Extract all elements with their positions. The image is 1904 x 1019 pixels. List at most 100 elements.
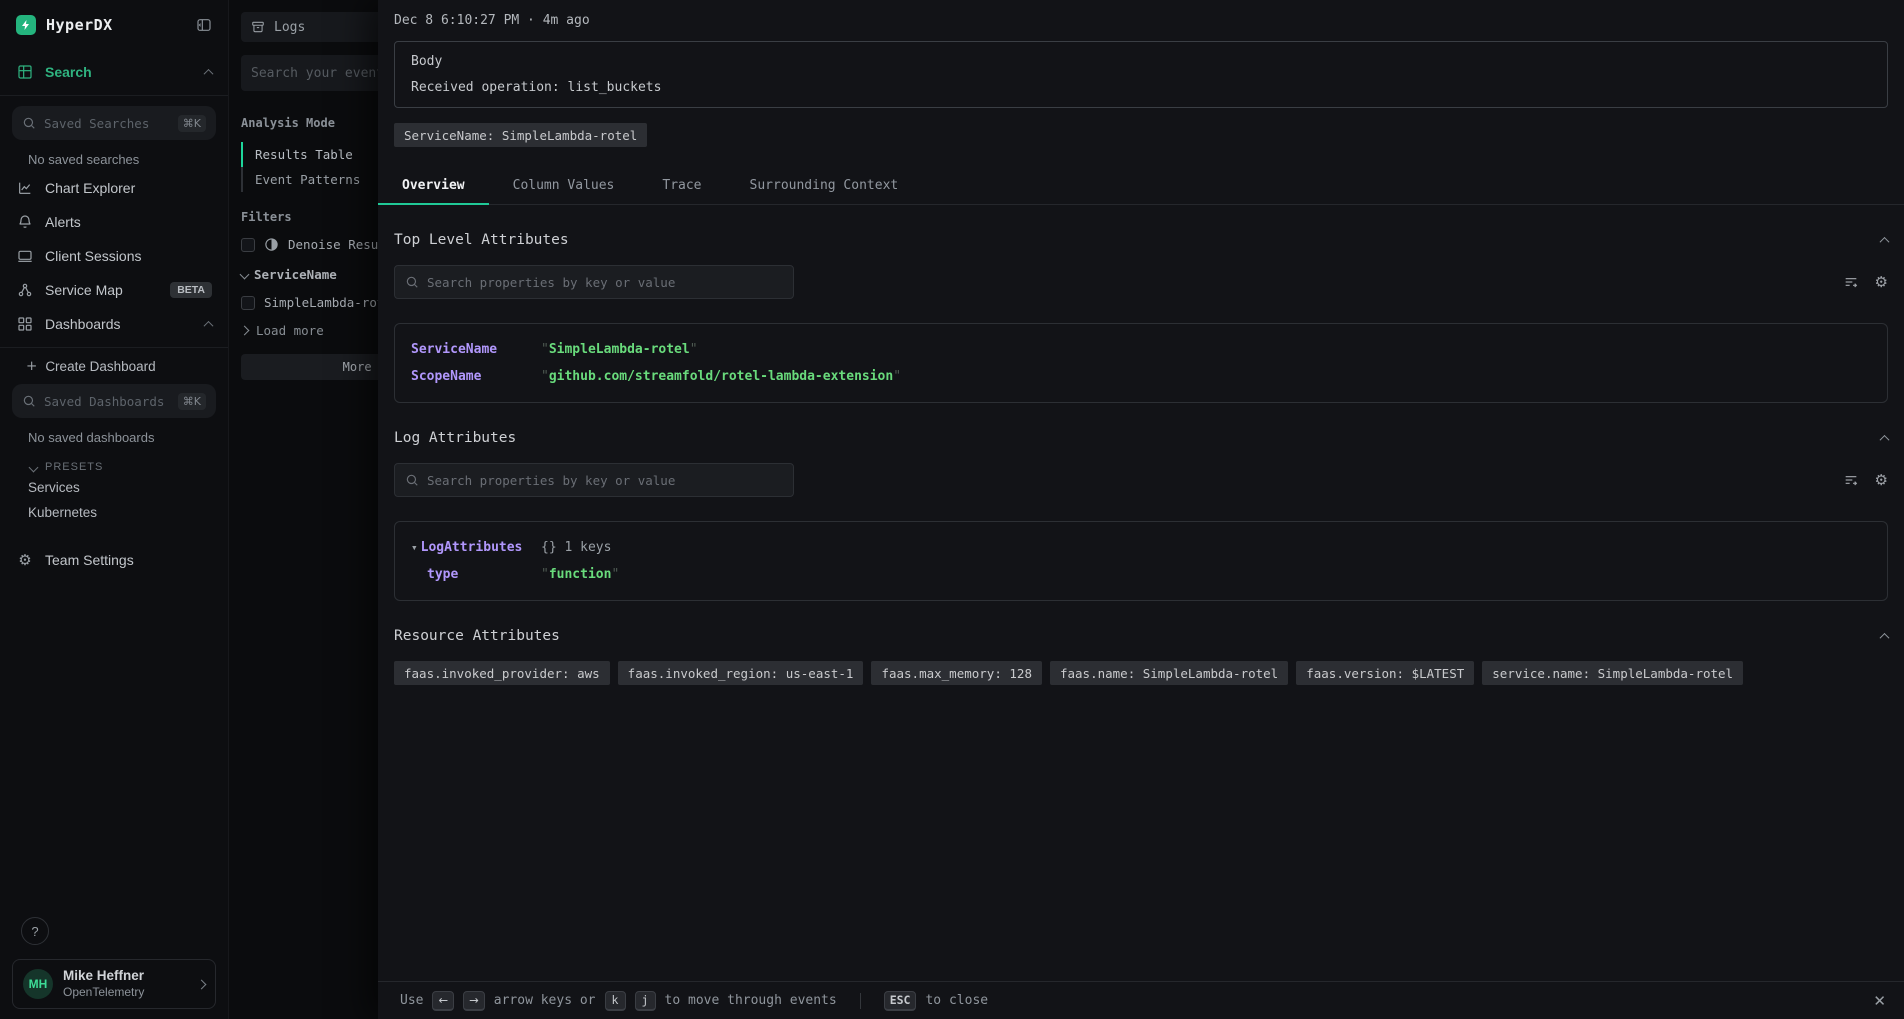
avatar: MH (23, 969, 53, 999)
attr-row: type function (395, 561, 1887, 588)
gear-icon[interactable]: ⚙ (1875, 473, 1888, 488)
preset-services[interactable]: Services (0, 475, 228, 500)
service-checkbox[interactable] (241, 296, 255, 310)
filter-lines-icon[interactable] (1843, 472, 1859, 488)
bell-icon (16, 214, 34, 230)
mode-results-table[interactable]: Results Table (241, 142, 385, 167)
no-saved-dashboards-text: No saved dashboards (0, 418, 228, 449)
sidebar-item-label: Client Sessions (45, 248, 142, 264)
service-filter-row[interactable]: SimpleLambda-rotel (241, 295, 385, 310)
app-title: HyperDX (46, 16, 113, 34)
attr-key[interactable]: ScopeName (411, 369, 541, 384)
servicename-group-toggle[interactable]: ServiceName (241, 267, 385, 282)
sidebar-item-alerts[interactable]: Alerts (0, 205, 228, 239)
event-detail-drawer: Dec 8 6:10:27 PM · 4m ago Body Received … (378, 0, 1904, 1019)
attr-value[interactable]: SimpleLambda-rotel (541, 342, 698, 357)
tree-root-key[interactable]: ▾ LogAttributes (411, 540, 541, 555)
more-filters-button[interactable]: More filters (241, 354, 385, 380)
collapse-section-icon[interactable] (1880, 434, 1890, 444)
resource-chip[interactable]: faas.name: SimpleLambda-rotel (1050, 661, 1288, 685)
drawer-footer: Use ← → arrow keys or k j to move throug… (378, 981, 1904, 1019)
keys-count: {} 1 keys (541, 540, 611, 555)
denoise-label: Denoise Results (288, 237, 385, 252)
divider (860, 993, 861, 1009)
attr-value[interactable]: github.com/streamfold/rotel-lambda-exten… (541, 369, 901, 384)
body-text: Received operation: list_buckets (411, 80, 1871, 95)
resource-chip[interactable]: faas.version: $LATEST (1296, 661, 1474, 685)
event-search-box[interactable] (241, 55, 385, 91)
logo-row: HyperDX (0, 0, 228, 45)
top-level-search-input[interactable] (427, 275, 783, 290)
collapse-section-icon[interactable] (1880, 236, 1890, 246)
user-card[interactable]: MH Mike Heffner OpenTelemetry (12, 959, 216, 1009)
source-select[interactable]: Logs (241, 12, 385, 42)
mode-event-patterns[interactable]: Event Patterns (241, 167, 385, 192)
user-org: OpenTelemetry (63, 985, 144, 1000)
dashboard-grid-icon (16, 316, 34, 332)
attr-value[interactable]: function (541, 567, 619, 582)
user-name: Mike Heffner (63, 968, 144, 985)
resource-chip[interactable]: faas.max_memory: 128 (871, 661, 1042, 685)
resource-chips: faas.invoked_provider: aws faas.invoked_… (394, 661, 1888, 685)
close-icon[interactable]: ✕ (1873, 992, 1886, 1010)
sidebar-item-dashboards[interactable]: Dashboards (0, 307, 228, 341)
presets-toggle[interactable]: PRESETS (0, 449, 228, 475)
top-level-attributes-header: Top Level Attributes (394, 232, 1888, 248)
chevron-down-icon (29, 462, 39, 472)
tab-overview[interactable]: Overview (378, 168, 489, 204)
preset-kubernetes[interactable]: Kubernetes (0, 500, 228, 525)
sidebar-item-search[interactable]: Search (0, 55, 228, 89)
saved-searches-field[interactable] (44, 116, 170, 131)
chevron-up-icon[interactable] (204, 320, 214, 330)
load-more-button[interactable]: Load more (241, 323, 385, 338)
sidebar-item-team-settings[interactable]: ⚙ Team Settings (0, 543, 228, 577)
resource-chip[interactable]: faas.invoked_provider: aws (394, 661, 610, 685)
load-more-label: Load more (256, 323, 324, 338)
sidebar: HyperDX Search ⌘K No saved searches Char… (0, 0, 229, 1019)
log-search-input[interactable] (427, 473, 783, 488)
caret-down-icon: ▾ (411, 541, 418, 554)
footer-text: arrow keys or (494, 993, 596, 1008)
resource-chip[interactable]: service.name: SimpleLambda-rotel (1482, 661, 1743, 685)
network-icon (16, 282, 34, 298)
collapse-section-icon[interactable] (1880, 632, 1890, 642)
sidebar-bottom: ? MH Mike Heffner OpenTelemetry (0, 917, 228, 1019)
divider (0, 95, 228, 96)
service-name-chip[interactable]: ServiceName: SimpleLambda-rotel (394, 123, 647, 147)
tab-surrounding-context[interactable]: Surrounding Context (726, 168, 923, 204)
saved-dashboards-input[interactable]: ⌘K (12, 384, 216, 418)
search-icon (22, 394, 36, 408)
sidebar-item-chart-explorer[interactable]: Chart Explorer (0, 171, 228, 205)
chevron-up-icon[interactable] (204, 68, 214, 78)
tab-column-values[interactable]: Column Values (489, 168, 639, 204)
arrow-right-key: → (463, 991, 485, 1011)
sidebar-item-service-map[interactable]: Service Map BETA (0, 273, 228, 307)
tab-trace[interactable]: Trace (638, 168, 725, 204)
denoise-checkbox[interactable] (241, 238, 255, 252)
gear-icon[interactable]: ⚙ (1875, 275, 1888, 290)
event-search-input[interactable] (251, 66, 385, 81)
attr-tree-root: ▾ LogAttributes {} 1 keys (395, 534, 1887, 561)
contrast-icon (264, 237, 279, 252)
create-dashboard-button[interactable]: + Create Dashboard (0, 348, 228, 374)
table-icon (16, 64, 34, 80)
top-level-search-box[interactable] (394, 265, 794, 299)
sidebar-item-client-sessions[interactable]: Client Sessions (0, 239, 228, 273)
filter-lines-icon[interactable] (1843, 274, 1859, 290)
servicename-group-label: ServiceName (254, 267, 337, 282)
log-search-box[interactable] (394, 463, 794, 497)
attr-row: ScopeName github.com/streamfold/rotel-la… (395, 363, 1887, 390)
help-button[interactable]: ? (21, 917, 49, 945)
collapse-sidebar-icon[interactable] (196, 17, 212, 33)
resource-chip[interactable]: faas.invoked_region: us-east-1 (618, 661, 864, 685)
search-panel: Logs Analysis Mode Results Table Event P… (229, 0, 385, 1019)
attr-key[interactable]: type (411, 567, 541, 582)
saved-dashboards-field[interactable] (44, 394, 170, 409)
denoise-filter-row[interactable]: Denoise Results (241, 237, 385, 252)
j-key: j (635, 991, 656, 1011)
saved-searches-input[interactable]: ⌘K (12, 106, 216, 140)
attr-key[interactable]: ServiceName (411, 342, 541, 357)
sidebar-item-label: Dashboards (45, 316, 121, 332)
no-saved-searches-text: No saved searches (0, 140, 228, 171)
analysis-mode-label: Analysis Mode (241, 116, 385, 130)
